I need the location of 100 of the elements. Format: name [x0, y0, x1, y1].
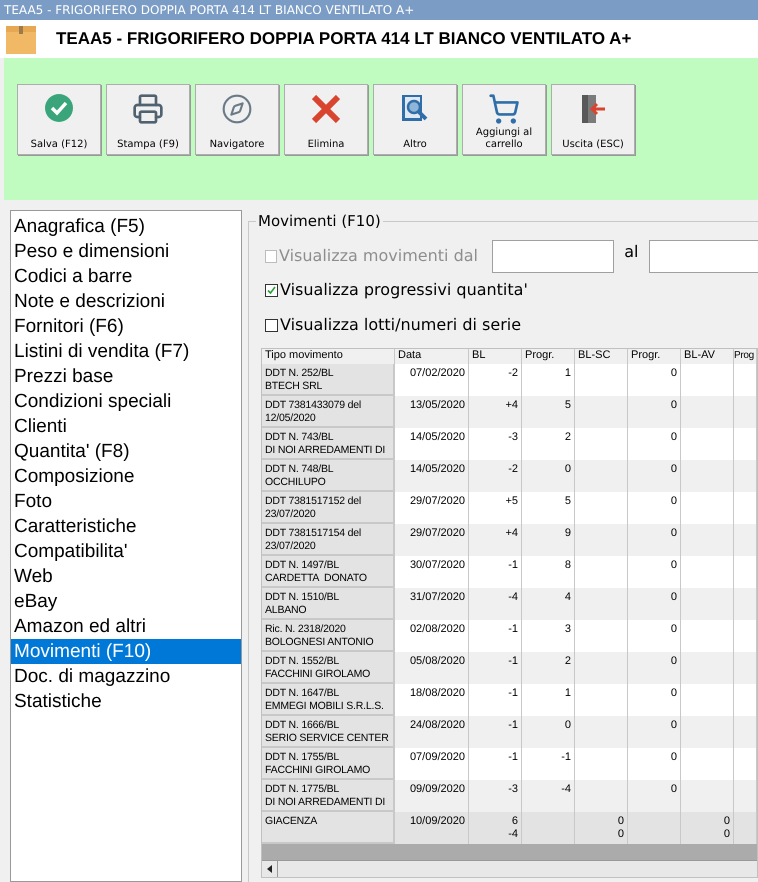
section-item[interactable]: Note e descrizioni — [11, 289, 241, 314]
row-header-text: Ric. N. 2318/2020 BOLOGNESI ANTONIO — [265, 623, 374, 649]
toolbar-button[interactable]: Stampa (F9) — [106, 84, 190, 155]
section-item[interactable]: Web — [11, 564, 241, 589]
cell-text: 0 — [670, 527, 677, 540]
cell-text: 07/02/2020 — [410, 367, 465, 380]
section-item[interactable]: Codici a barre — [11, 264, 241, 289]
close-icon — [310, 93, 342, 125]
cell-text: -1 — [508, 559, 518, 572]
row-header-text: DDT N. 1647/BL EMMEGI MOBILI S.R.L.S. — [265, 687, 384, 713]
row-header-text: DDT N. 1552/BL FACCHINI GIROLAMO — [265, 655, 370, 681]
section-item[interactable]: Composizione — [11, 464, 241, 489]
cell-text: 1 — [564, 687, 571, 700]
section-item[interactable]: Peso e dimensioni — [11, 239, 241, 264]
section-item[interactable]: Foto — [11, 489, 241, 514]
item-title: TEAA5 - FRIGORIFERO DOPPIA PORTA 414 LT BIANCO VENTILATO A+ — [56, 28, 632, 50]
section-item[interactable]: eBay — [11, 589, 241, 614]
cell-text: 2 — [564, 431, 571, 444]
cell-text: 0 — [670, 687, 677, 700]
section-item[interactable]: Amazon ed altri — [11, 614, 241, 639]
cell-text: 0 — [670, 751, 677, 764]
cell-text: 8 — [564, 559, 571, 572]
cell-text: 0 — [670, 559, 677, 572]
cell-text: +4 — [505, 399, 518, 412]
date-to-field[interactable] — [648, 240, 758, 272]
cell-text: 10/09/2020 — [410, 815, 465, 828]
cell-text: 31/07/2020 — [410, 591, 465, 604]
cell-text: 14/05/2020 — [410, 431, 465, 444]
box-icon — [6, 24, 36, 54]
toolbar-button[interactable]: Navigatore — [195, 84, 279, 155]
cell-text: 30/07/2020 — [410, 559, 465, 572]
cell-text: 0 — [670, 655, 677, 668]
cell-text: -4 — [508, 591, 518, 604]
section-item[interactable]: Fornitori (F6) — [11, 314, 241, 339]
toolbar-button[interactable]: Uscita (ESC) — [551, 84, 635, 155]
section-item[interactable]: Compatibilita' — [11, 539, 241, 564]
cell-text: 24/08/2020 — [410, 719, 465, 732]
section-item[interactable]: Anagrafica (F5) — [11, 214, 241, 239]
section-item[interactable]: Prezzi base — [11, 364, 241, 389]
date-from-field[interactable] — [492, 240, 614, 272]
section-item[interactable]: Statistiche — [11, 689, 241, 714]
check-icon — [44, 93, 74, 123]
section-item[interactable]: Doc. di magazzino — [11, 664, 241, 689]
cell-text: 0 — [670, 463, 677, 476]
cell-text: -2 — [508, 463, 518, 476]
cell-text: 6 -4 — [508, 815, 518, 841]
cell-text: 0 — [670, 399, 677, 412]
cell-text: 9 — [564, 527, 571, 540]
cell-text: -2 — [508, 367, 518, 380]
cell-text: 13/05/2020 — [410, 399, 465, 412]
section-item[interactable]: Caratteristiche — [11, 514, 241, 539]
group-title: Movimenti (F10) — [256, 213, 383, 229]
cell-text: 0 — [670, 431, 677, 444]
row-header-text: DDT 7381433079 del 12/05/2020 — [265, 399, 362, 425]
cell-text: 18/08/2020 — [410, 687, 465, 700]
toolbar-button[interactable]: Elimina — [284, 84, 368, 155]
cell-text: 5 — [564, 399, 571, 412]
cell-text: 0 — [564, 463, 571, 476]
cell-text: -1 — [508, 623, 518, 636]
checkbox-label: Visualizza lotti/numeri di serie — [280, 314, 522, 336]
row-header-text: DDT N. 1775/BL DI NOI ARREDAMENTI DI — [265, 783, 386, 809]
row-header-text: DDT N. 1666/BL SERIO SERVICE CENTER — [265, 719, 389, 745]
cell-text: -4 — [561, 783, 571, 796]
row-header-text: DDT 7381517152 del 23/07/2020 — [265, 495, 362, 521]
section-item[interactable]: Movimenti (F10) — [11, 639, 241, 664]
row-header-text: DDT N. 1497/BL CARDETTA DONATO — [265, 559, 367, 585]
cell-text: 0 0 — [724, 815, 730, 841]
section-item[interactable]: Listini di vendita (F7) — [11, 339, 241, 364]
cell-text: -1 — [508, 655, 518, 668]
cell-text: +4 — [505, 527, 518, 540]
row-header-text: DDT N. 252/BL BTECH SRL — [265, 367, 334, 393]
toolbar-button[interactable]: Salva (F12) — [17, 84, 101, 155]
cell-text: 0 0 — [618, 815, 624, 841]
cell-text: -1 — [508, 687, 518, 700]
cell-text: -1 — [508, 751, 518, 764]
section-item[interactable]: Condizioni speciali — [11, 389, 241, 414]
section-item[interactable]: Clienti — [11, 414, 241, 439]
cell-text: 4 — [564, 591, 571, 604]
row-header-text: DDT N. 1755/BL FACCHINI GIROLAMO — [265, 751, 370, 777]
row-header-text: DDT N. 748/BL OCCHILUPO — [265, 463, 334, 489]
cell-text: -3 — [508, 431, 518, 444]
section-item[interactable]: Quantita' (F8) — [11, 439, 241, 464]
toolbar-button[interactable]: Altro — [373, 84, 457, 155]
window-title-bar: TEAA5 - FRIGORIFERO DOPPIA PORTA 414 LT BIANCO VENTILATO A+ — [0, 0, 758, 20]
cell-text: 1 — [564, 367, 571, 380]
date-to-label: al — [623, 241, 640, 263]
toolbar-button[interactable]: Aggiungi al carrello — [462, 84, 546, 155]
cell-text: 07/09/2020 — [410, 751, 465, 764]
row-header-text: DDT N. 1510/BL ALBANO — [265, 591, 340, 617]
cell-text: 14/05/2020 — [410, 463, 465, 476]
row-header-text: DDT 7381517154 del 23/07/2020 — [265, 527, 362, 553]
cell-text: -3 — [508, 783, 518, 796]
cell-text: 0 — [564, 719, 571, 732]
cell-text: 05/08/2020 — [410, 655, 465, 668]
horizontal-scrollbar[interactable] — [262, 860, 757, 877]
checkbox[interactable] — [265, 284, 278, 296]
cell-text: 02/08/2020 — [410, 623, 465, 636]
checkbox[interactable] — [265, 318, 278, 332]
compass-icon — [221, 93, 253, 125]
cell-text: 29/07/2020 — [410, 527, 465, 540]
